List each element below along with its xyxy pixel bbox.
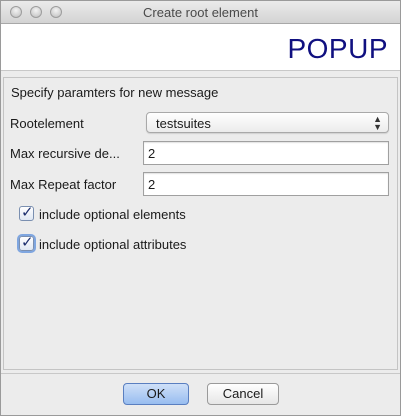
include-optional-elements-label[interactable]: include optional elements: [39, 207, 186, 222]
checkmark-icon: ✓: [21, 234, 34, 251]
checkmark-icon: ✓: [21, 204, 34, 221]
title-bar[interactable]: Create root element: [1, 1, 400, 24]
max-recursive-depth-input[interactable]: [143, 141, 389, 165]
ok-button[interactable]: OK: [123, 383, 189, 405]
max-repeat-factor-input[interactable]: [143, 172, 389, 196]
create-root-element-dialog: Create root element POPUP Specify paramt…: [0, 0, 401, 416]
max-repeat-factor-label: Max Repeat factor: [10, 177, 117, 192]
banner-text: POPUP: [287, 33, 388, 64]
footer-divider: [1, 373, 400, 374]
include-optional-elements-checkbox[interactable]: ✓: [19, 204, 34, 221]
include-optional-attributes-label[interactable]: include optional attributes: [39, 237, 186, 252]
up-down-chevron-icon: ▲ ▼: [373, 114, 382, 132]
rootelement-label: Rootelement: [10, 116, 84, 131]
max-recursive-depth-label: Max recursive de...: [10, 146, 120, 161]
header-banner: POPUP: [1, 24, 400, 71]
rootelement-selected-value: testsuites: [156, 116, 211, 131]
rootelement-select[interactable]: testsuites ▲ ▼: [146, 112, 389, 133]
section-title: Specify paramters for new message: [11, 85, 219, 100]
window-title: Create root element: [143, 5, 258, 20]
include-optional-attributes-checkbox[interactable]: ✓: [19, 234, 34, 251]
cancel-button[interactable]: Cancel: [207, 383, 279, 405]
